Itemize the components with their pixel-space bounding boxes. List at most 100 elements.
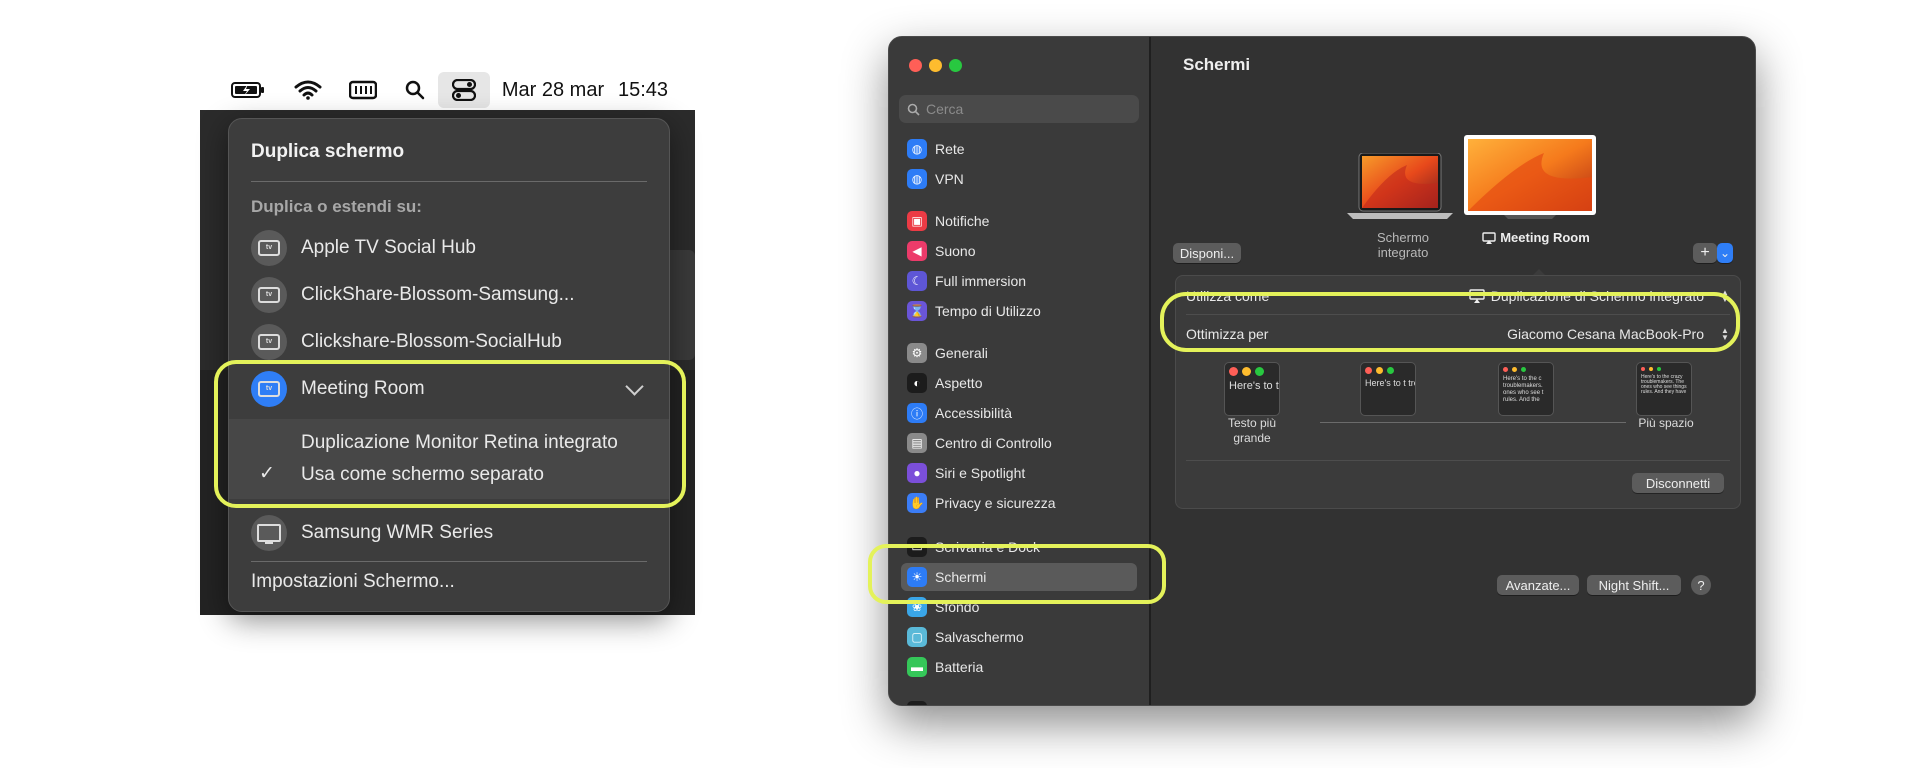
- device-label: Samsung WMR Series: [301, 522, 494, 543]
- sidebar-item-label: Suono: [935, 243, 976, 259]
- sidebar-icon: ◍: [907, 169, 927, 189]
- device-label: Clickshare-Blossom-SocialHub: [301, 331, 562, 352]
- sidebar-item-salvaschermo[interactable]: ▢ Salvaschermo: [901, 623, 1137, 651]
- thumb-text: Here's to t troublem: [1229, 380, 1279, 392]
- sidebar-item-label: Rete: [935, 141, 965, 157]
- menu-bar: Mar 28 mar 15:43: [220, 72, 670, 108]
- sidebar-icon: ▬: [907, 657, 927, 677]
- highlight-annotation: [214, 360, 686, 508]
- scale-option-larger-text[interactable]: Here's to t troublem: [1224, 362, 1280, 416]
- panel-subtitle: Duplica o estendi su:: [251, 197, 422, 216]
- sidebar-item-siri-e-spotlight[interactable]: ● Siri e Spotlight: [901, 459, 1137, 487]
- search-icon[interactable]: [400, 72, 430, 108]
- external-display-name: Meeting Room: [1500, 230, 1590, 245]
- help-button[interactable]: ?: [1691, 575, 1711, 595]
- device-item[interactable]: tv Clickshare-Blossom-SocialHub: [251, 323, 647, 361]
- add-display-button[interactable]: +: [1693, 243, 1717, 263]
- sidebar-item-tempo-di-utilizzo[interactable]: ⌛ Tempo di Utilizzo: [901, 297, 1137, 325]
- scale-option[interactable]: Here's to t troublema ones who: [1360, 362, 1416, 416]
- scale-label-more-space: Più spazio: [1638, 416, 1694, 430]
- sidebar-item-label: Batteria: [935, 659, 984, 675]
- menubar-date: Mar 28 mar: [501, 78, 605, 101]
- control-center-icon[interactable]: [438, 72, 490, 108]
- sidebar-icon: ⓘ: [907, 403, 927, 423]
- sidebar-icon: 🔒: [907, 701, 927, 705]
- sidebar-item-accessibilit-[interactable]: ⓘ Accessibilità: [901, 399, 1137, 427]
- wifi-icon[interactable]: [290, 72, 326, 108]
- thumb-text: Here's to the c troublemakers. ones who …: [1503, 376, 1544, 403]
- displays-pane: Schermi Schermo integrato Meeting Room D…: [1151, 37, 1755, 705]
- scale-slider-track[interactable]: [1320, 422, 1626, 423]
- sidebar-item-label: Salvaschermo: [935, 629, 1024, 645]
- device-item-samsung[interactable]: Samsung WMR Series: [251, 514, 647, 552]
- night-shift-button[interactable]: Night Shift...: [1587, 575, 1681, 595]
- sidebar-icon: ●: [907, 463, 927, 483]
- sidebar-item-label: Notifiche: [935, 213, 990, 229]
- keyboard-icon[interactable]: [346, 72, 380, 108]
- sidebar-icon: ◍: [907, 139, 927, 159]
- add-display-menu-button[interactable]: ⌄: [1717, 243, 1733, 263]
- sidebar-item-generali[interactable]: ⚙ Generali: [901, 339, 1137, 367]
- highlight-annotation: [868, 544, 1166, 604]
- external-display-thumbnail[interactable]: [1464, 135, 1596, 224]
- zoom-button[interactable]: [949, 59, 962, 72]
- sidebar-item-centro-di-controllo[interactable]: ▤ Centro di Controllo: [901, 429, 1137, 457]
- search-field[interactable]: Cerca: [899, 95, 1139, 123]
- scale-option-more-space[interactable]: Here's to the crazy troublemakers. The o…: [1636, 362, 1692, 416]
- sidebar-item-label: Accessibilità: [935, 405, 1013, 421]
- sidebar-item-label: Full immersion: [935, 273, 1027, 289]
- advanced-button[interactable]: Avanzate...: [1497, 575, 1579, 595]
- arrange-button[interactable]: Disponi...: [1173, 243, 1241, 263]
- sidebar: Cerca ◍ Rete ◍ VPN ▣ Notifiche ◀ Suono ☾ Full imm…: [889, 37, 1151, 705]
- search-icon: [907, 103, 920, 116]
- system-settings-window: Cerca ◍ Rete ◍ VPN ▣ Notifiche ◀ Suono ☾ Full imm…: [888, 36, 1756, 706]
- sidebar-icon: ☾: [907, 271, 927, 291]
- sidebar-item-label: Privacy e sicurezza: [935, 495, 1056, 511]
- sidebar-item-vpn[interactable]: ◍ VPN: [901, 165, 1137, 193]
- sidebar-item-batteria[interactable]: ▬ Batteria: [901, 653, 1137, 681]
- sidebar-icon: ✋: [907, 493, 927, 513]
- sidebar-item-schermata-di-blocco[interactable]: 🔒 Schermata di blocco: [901, 697, 1137, 705]
- highlight-annotation: [1160, 292, 1740, 352]
- device-label: ClickShare-Blossom-Samsung...: [301, 284, 575, 305]
- builtin-display-thumbnail[interactable]: [1347, 152, 1453, 228]
- sidebar-item-label: Tempo di Utilizzo: [935, 303, 1041, 319]
- page-title: Schermi: [1183, 55, 1251, 74]
- sidebar-item-aspetto[interactable]: ◐ Aspetto: [901, 369, 1137, 397]
- appletv-icon: tv: [251, 277, 287, 313]
- close-button[interactable]: [909, 59, 922, 72]
- menubar-time: 15:43: [617, 78, 669, 101]
- appletv-glyph: tv: [258, 287, 280, 303]
- sidebar-icon: ▤: [907, 433, 927, 453]
- scale-option[interactable]: Here's to the c troublemakers. ones who …: [1498, 362, 1554, 416]
- divider: [251, 561, 647, 562]
- sidebar-item-label: Siri e Spotlight: [935, 465, 1026, 481]
- sidebar-item-label: Aspetto: [935, 375, 983, 391]
- monitor-icon: [251, 515, 287, 551]
- sidebar-item-full-immersion[interactable]: ☾ Full immersion: [901, 267, 1137, 295]
- sidebar-item-label: Schermata di blocco: [935, 703, 1062, 705]
- divider: [251, 181, 647, 182]
- scale-label-larger-text: Testo più grande: [1227, 416, 1277, 445]
- thumb-text: Here's to the crazy troublemakers. The o…: [1641, 374, 1687, 395]
- battery-charging-icon[interactable]: [228, 72, 268, 108]
- display-settings-link[interactable]: Impostazioni Schermo...: [251, 571, 455, 593]
- sidebar-item-label: Centro di Controllo: [935, 435, 1052, 451]
- disconnect-button[interactable]: Disconnetti: [1632, 473, 1724, 493]
- sidebar-item-rete[interactable]: ◍ Rete: [901, 135, 1137, 163]
- sidebar-item-privacy-e-sicurezza[interactable]: ✋ Privacy e sicurezza: [901, 489, 1137, 517]
- device-item[interactable]: tv Apple TV Social Hub: [251, 229, 647, 267]
- sidebar-icon: ▣: [907, 211, 927, 231]
- builtin-display-label: Schermo integrato: [1376, 230, 1430, 260]
- device-label: Apple TV Social Hub: [301, 237, 476, 258]
- sidebar-icon: ⚙: [907, 343, 927, 363]
- device-item[interactable]: tv ClickShare-Blossom-Samsung...: [251, 276, 647, 314]
- sidebar-icon: ◐: [907, 373, 927, 393]
- sidebar-item-suono[interactable]: ◀ Suono: [901, 237, 1137, 265]
- sidebar-icon: ⌛: [907, 301, 927, 321]
- sidebar-item-label: VPN: [935, 171, 964, 187]
- sidebar-item-notifiche[interactable]: ▣ Notifiche: [901, 207, 1137, 235]
- sidebar-icon: ◀: [907, 241, 927, 261]
- minimize-button[interactable]: [929, 59, 942, 72]
- sidebar-item-label: Generali: [935, 345, 988, 361]
